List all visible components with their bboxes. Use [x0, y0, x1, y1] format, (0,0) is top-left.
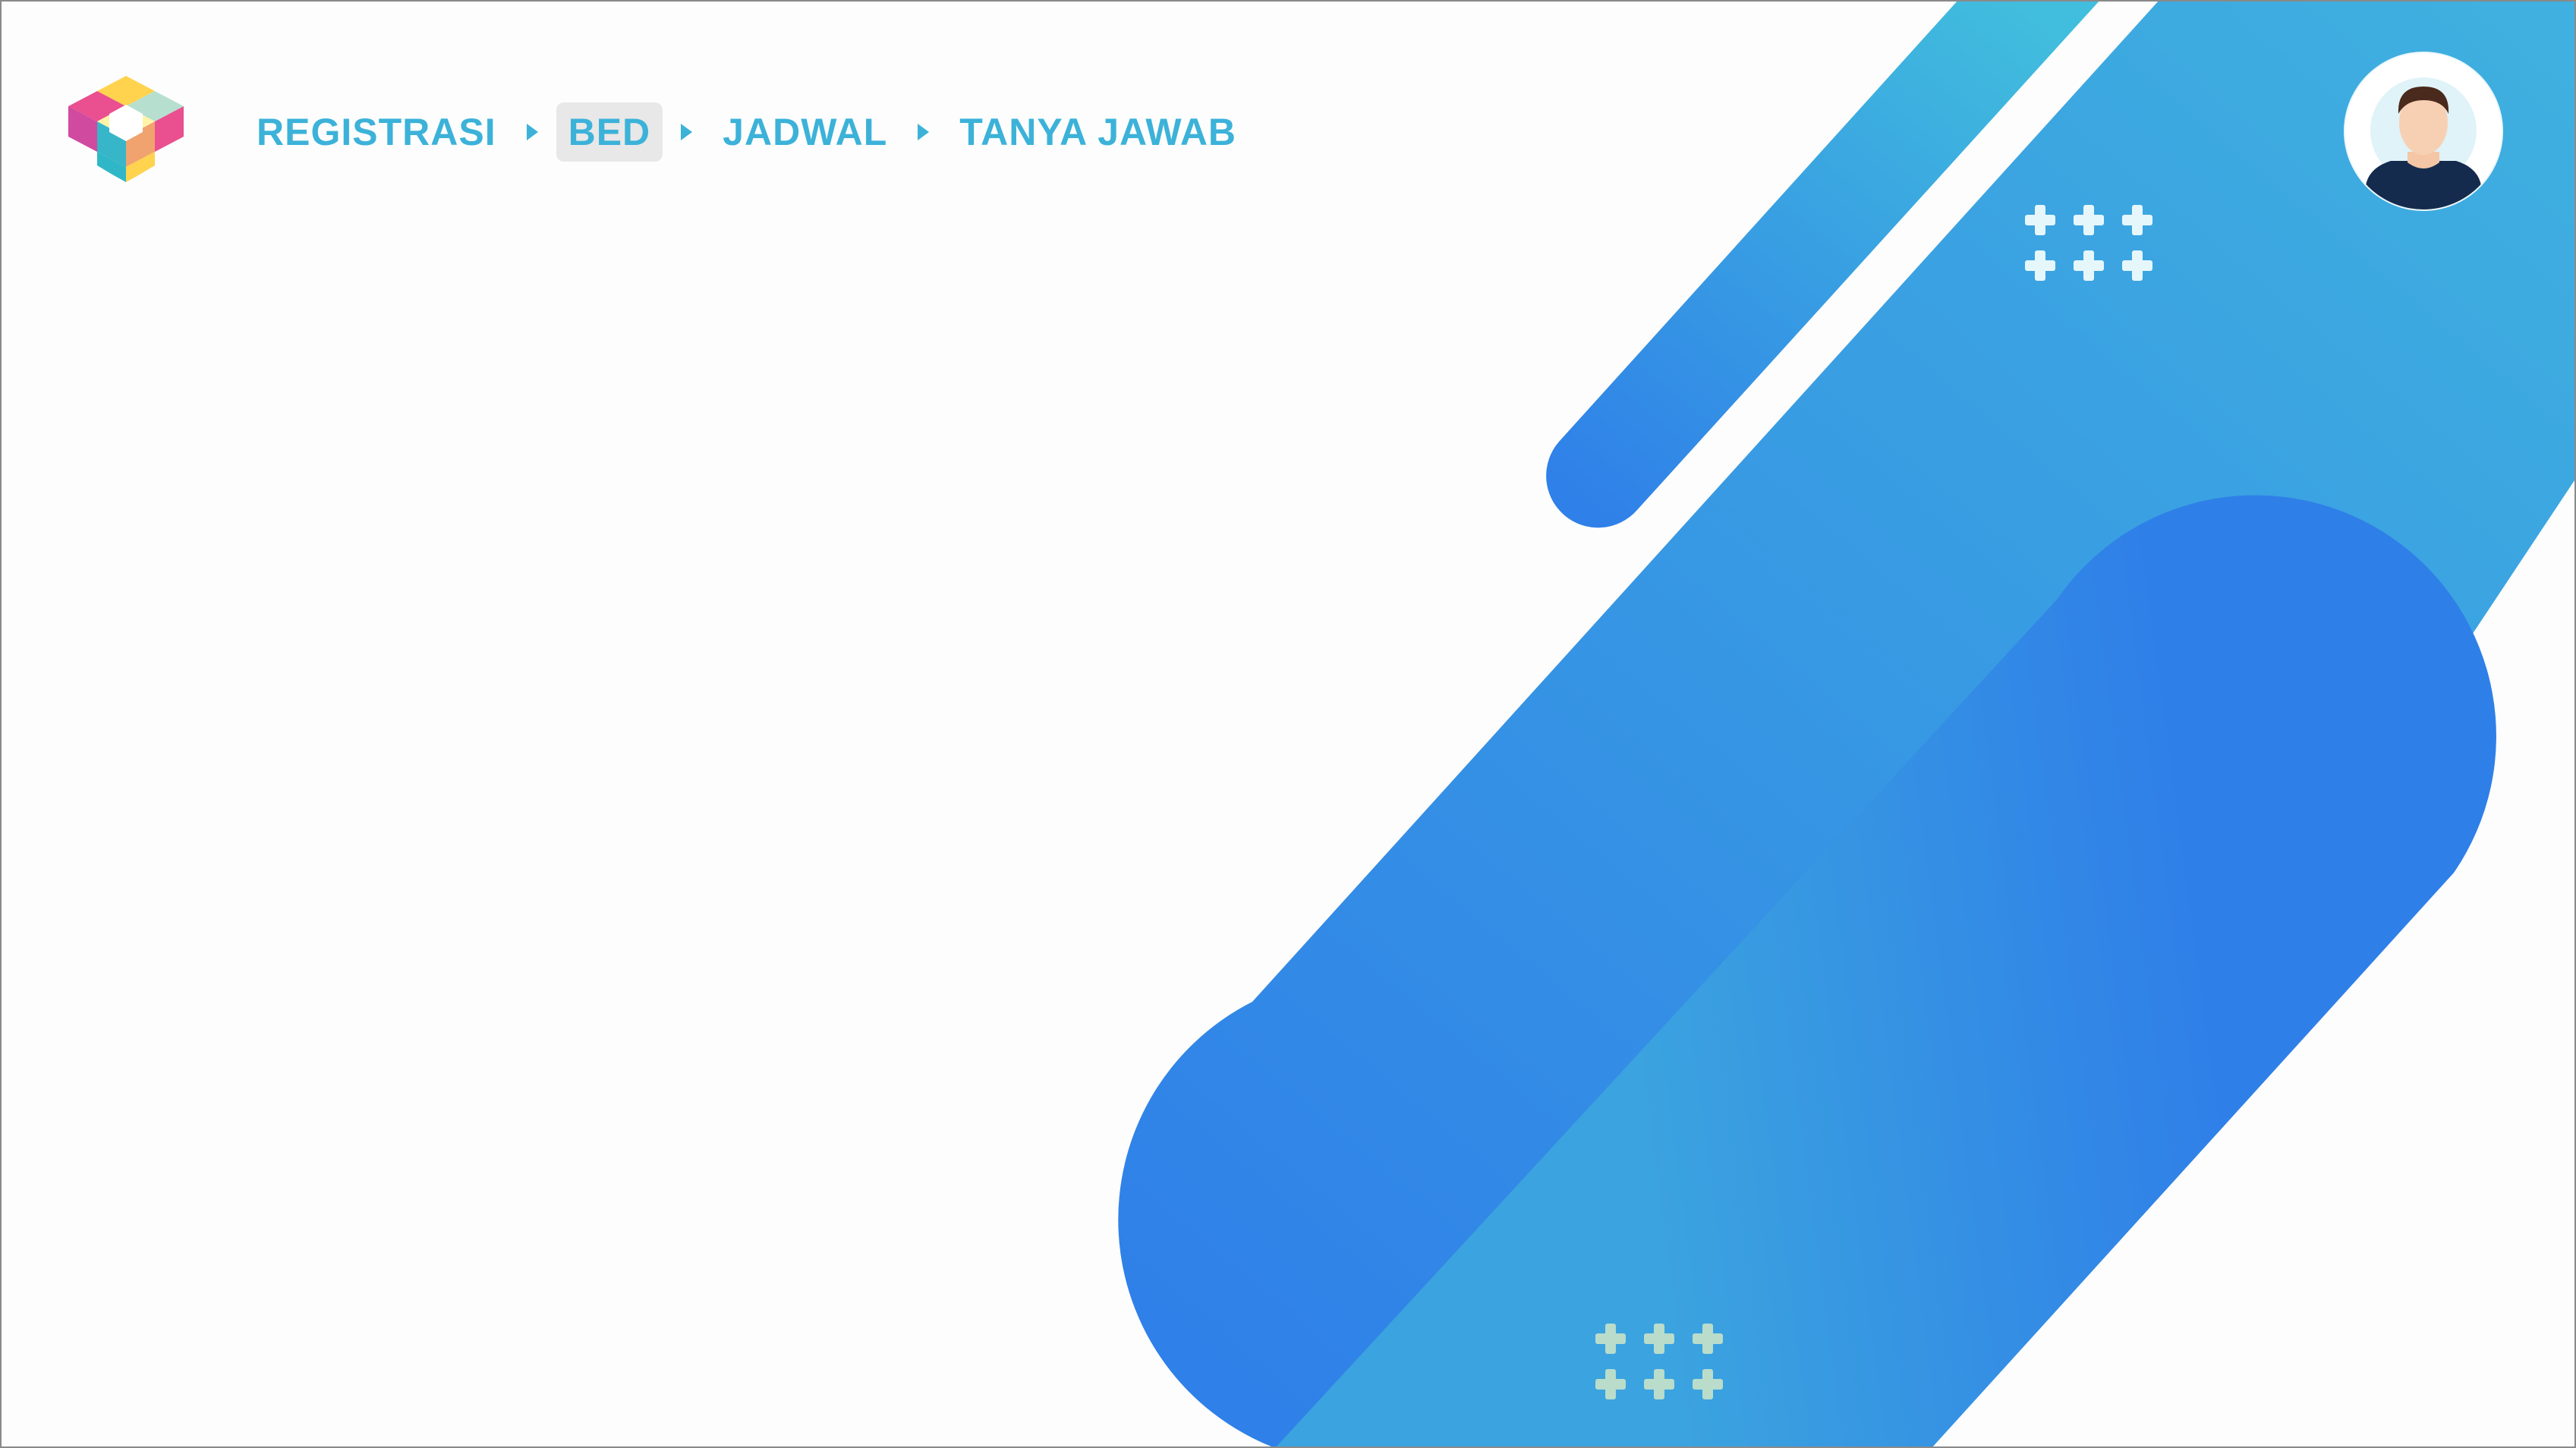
- nav-item-jadwal[interactable]: JADWAL: [710, 102, 899, 162]
- breadcrumb: REGISTRASI BED JADWAL TANYA JAWAB: [244, 99, 1249, 165]
- nav-item-bed[interactable]: BED: [556, 102, 663, 162]
- plus-pattern-top: [2023, 202, 2160, 285]
- triangle-right-icon: [918, 124, 930, 140]
- user-avatar[interactable]: [2345, 53, 2502, 209]
- plus-pattern-bottom: [1594, 1321, 1730, 1404]
- plus-pattern-icon: [2025, 205, 2152, 281]
- hexagon-cube-logo-icon: [68, 76, 184, 182]
- plus-pattern-icon: [1595, 1324, 1723, 1399]
- user-avatar-icon: [2345, 53, 2502, 209]
- background-stripes: [1118, 0, 2576, 1448]
- nav-item-tanya-jawab[interactable]: TANYA JAWAB: [947, 102, 1249, 162]
- triangle-right-icon: [681, 124, 693, 140]
- app-logo[interactable]: [65, 71, 187, 185]
- triangle-right-icon: [526, 124, 538, 140]
- nav-item-registrasi[interactable]: REGISTRASI: [244, 102, 509, 162]
